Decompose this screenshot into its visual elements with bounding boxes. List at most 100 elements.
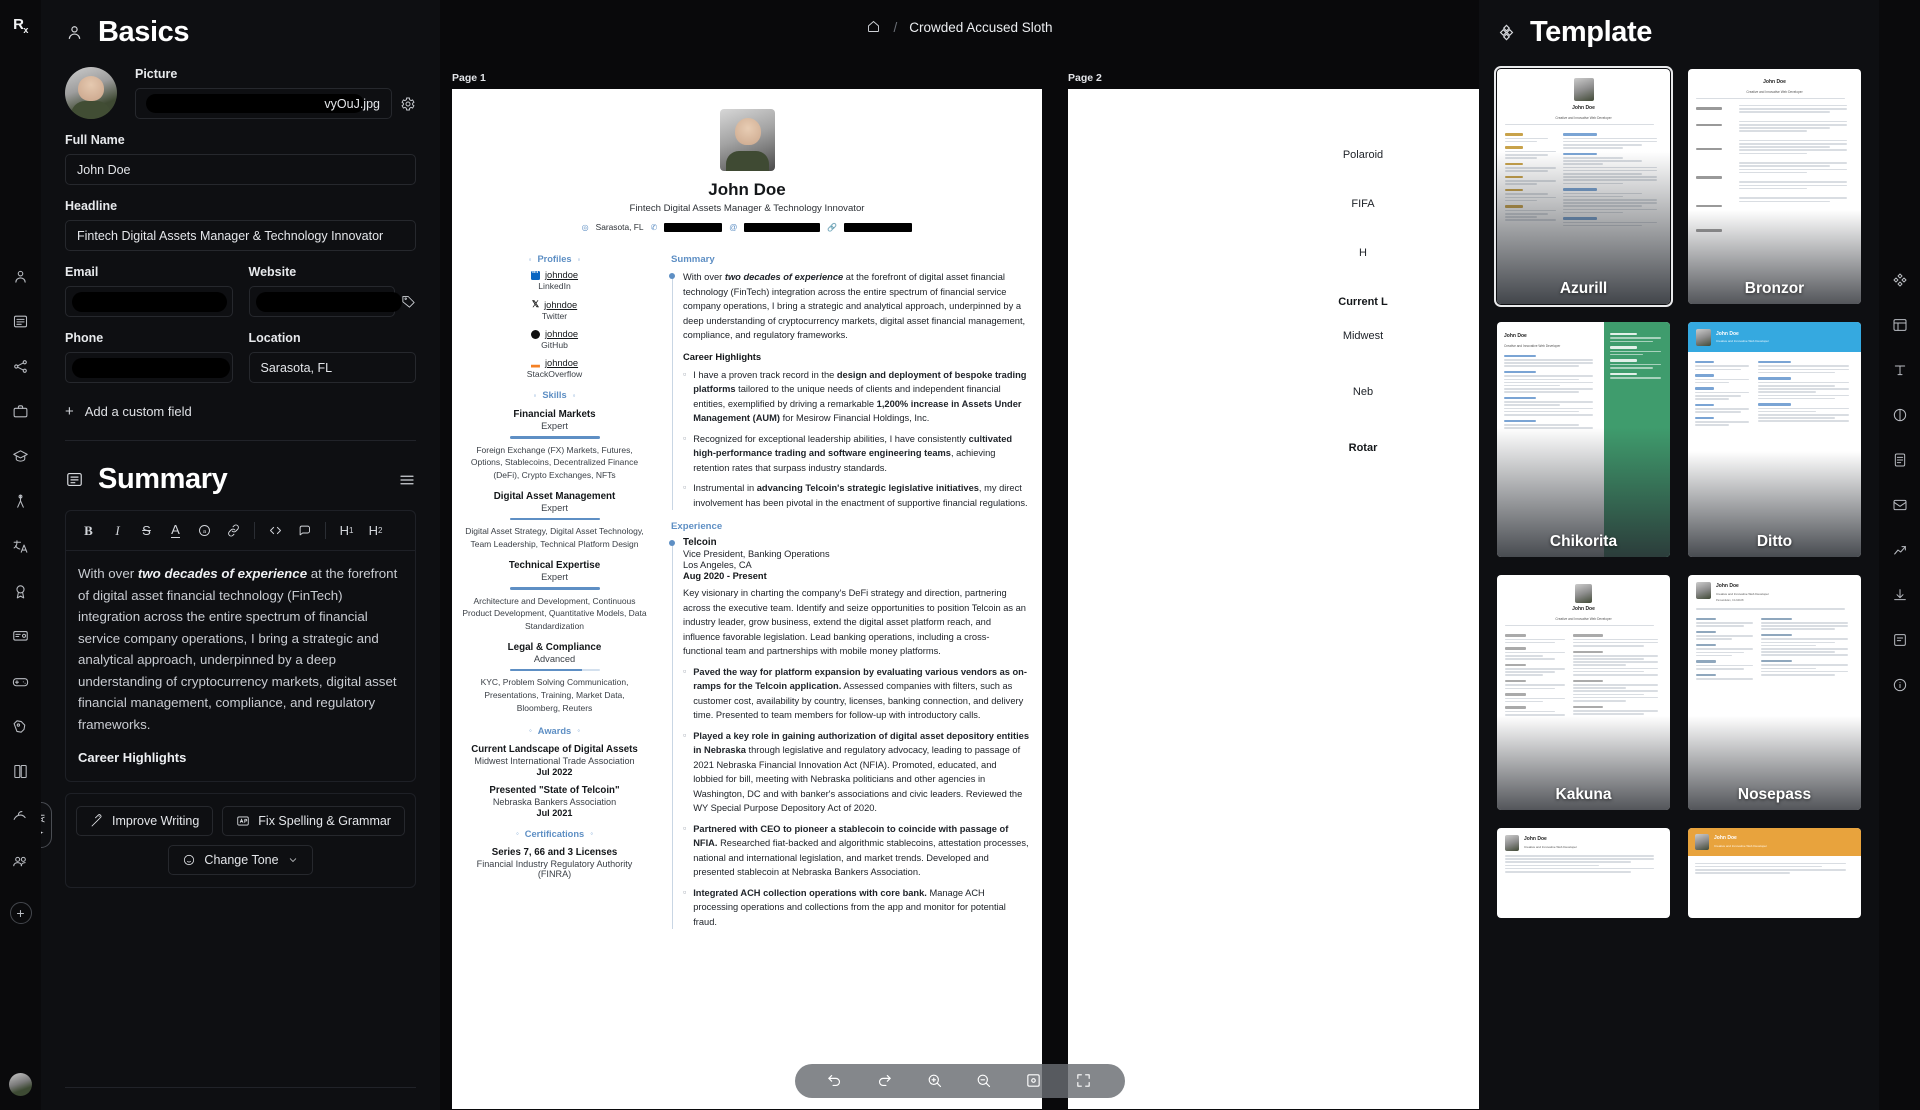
awards-icon[interactable] (11, 581, 31, 601)
add-custom-field-label: Add a custom field (84, 404, 192, 419)
template-card-7[interactable]: John Doe Creative and Innovative Web Dev… (1497, 828, 1670, 918)
resume-photo (719, 109, 775, 171)
linkedin-icon (530, 268, 540, 280)
template-card-kakuna[interactable]: John Doe Creative and Innovative Web Dev… (1497, 575, 1670, 810)
experience-icon[interactable] (11, 401, 31, 421)
export-icon[interactable] (1890, 585, 1910, 605)
skill-keywords: Foreign Exchange (FX) Markets, Futures, … (470, 444, 639, 481)
experience-bullet: ▫ Paved the way for platform expansion by… (683, 665, 1027, 721)
italic-button[interactable]: I (103, 518, 132, 543)
fullname-label: Full Name (65, 133, 125, 147)
strikethrough-button[interactable]: S (132, 518, 161, 543)
link-button[interactable] (219, 518, 248, 543)
languages-icon[interactable] (11, 536, 31, 556)
summary-icon[interactable] (11, 311, 31, 331)
skill-name: Legal & Compliance (507, 641, 602, 653)
profile-network: LinkedIn (538, 281, 571, 291)
template-name: Azurill (1559, 280, 1608, 297)
highlight-button[interactable]: a (190, 518, 219, 543)
phone-input[interactable] (65, 352, 233, 383)
information-icon[interactable] (1890, 675, 1910, 695)
pages-canvas[interactable]: Page 1 John Doe Fintech Digital Assets M… (440, 55, 1479, 1110)
template-panel: Template John Doe Creative and Innovativ… (1479, 0, 1879, 1110)
basics-icon[interactable] (11, 266, 31, 286)
typography-icon[interactable] (1890, 360, 1910, 380)
profile-item: 𝕏johndoe Twitter (462, 299, 647, 321)
template-card-azurill[interactable]: John Doe Creative and Innovative Web Dev… (1494, 66, 1673, 307)
app-logo[interactable]: Rx (13, 16, 28, 35)
profile-network: StackOverflow (526, 369, 583, 379)
resume-contact-row: ◎ Sarasota, FL ✆ @ 🔗 (452, 222, 1042, 232)
notes-icon[interactable] (1890, 630, 1910, 650)
bold-button[interactable]: B (74, 518, 103, 543)
picture-input[interactable]: vyOuJ.jpg (135, 88, 392, 119)
education-icon[interactable] (11, 446, 31, 466)
fix-spelling-label: Fix Spelling & Grammar (258, 814, 391, 829)
interests-icon[interactable] (11, 671, 31, 691)
page-2-paper[interactable]: Polaroid FIFA H Current L Midwest Neb Ro… (1068, 89, 1479, 1109)
award-title: Presented "State of Telcoin" (489, 784, 620, 796)
undo-icon[interactable] (826, 1072, 844, 1090)
email-field: Email (65, 265, 233, 317)
statistics-icon[interactable] (1890, 540, 1910, 560)
page-1-paper[interactable]: John Doe Fintech Digital Assets Manager … (452, 89, 1042, 1109)
summary-section-icon (65, 470, 85, 490)
website-input[interactable] (248, 286, 402, 317)
summary-options-icon[interactable] (398, 471, 416, 489)
publications-icon[interactable] (11, 761, 31, 781)
phone-field: Phone (65, 331, 233, 383)
email-input[interactable] (65, 286, 233, 317)
ai-side-tab[interactable]: AI ✦ (41, 802, 52, 848)
template-card-nosepass[interactable]: John Doe Creative and Innovative Web Dev… (1688, 575, 1861, 810)
summary-textarea[interactable]: With over two decades of experience at t… (66, 551, 415, 781)
user-avatar[interactable] (9, 1073, 32, 1096)
blockquote-button[interactable] (290, 518, 319, 543)
template-card-ditto[interactable]: John Doe Creative and Innovative Web Dev… (1688, 322, 1861, 557)
template-overlay (1497, 575, 1670, 810)
profile-username[interactable]: johndoe (544, 300, 577, 310)
profile-username[interactable]: johndoe (545, 270, 578, 280)
layout-icon[interactable] (1890, 315, 1910, 335)
improve-writing-button[interactable]: Improve Writing (76, 806, 214, 837)
resume-title[interactable]: Crowded Accused Sloth (909, 20, 1052, 35)
link-icon: 🔗 (827, 222, 838, 232)
location-input[interactable]: Sarasota, FL (248, 352, 416, 383)
template-card-8[interactable]: John Doe Creative and Innovative Web Dev… (1688, 828, 1861, 918)
certifications-icon[interactable] (11, 626, 31, 646)
sharing-icon[interactable] (1890, 495, 1910, 515)
center-artboard-icon[interactable] (1025, 1072, 1043, 1090)
code-button[interactable] (261, 518, 290, 543)
heading-2-button[interactable]: H2 (361, 518, 390, 543)
left-rail-icons: + (9, 266, 32, 924)
volunteering-icon[interactable] (11, 806, 31, 826)
projects-icon[interactable] (11, 716, 31, 736)
gear-icon[interactable] (400, 96, 416, 112)
text-color-button[interactable]: A (161, 518, 190, 543)
profile-username[interactable]: johndoe (545, 358, 578, 368)
certification-item: Series 7, 66 and 3 Licenses Financial In… (462, 847, 647, 879)
redo-icon[interactable] (876, 1072, 894, 1090)
references-icon[interactable] (11, 851, 31, 871)
home-icon[interactable] (866, 19, 881, 37)
fix-spelling-button[interactable]: Fix Spelling & Grammar (222, 806, 405, 837)
template-card-chikorita[interactable]: John Doe Creative and Innovative Web Dev… (1497, 322, 1670, 557)
profiles-icon[interactable] (11, 356, 31, 376)
template-card-bronzor[interactable]: John Doe Creative and Innovative Web Dev… (1688, 69, 1861, 304)
skills-icon[interactable] (11, 491, 31, 511)
heading-1-button[interactable]: H1 (332, 518, 361, 543)
headline-input[interactable]: Fintech Digital Assets Manager & Technol… (65, 220, 416, 251)
page-icon[interactable] (1890, 450, 1910, 470)
add-section-icon[interactable]: + (9, 902, 32, 924)
zoom-out-icon[interactable] (975, 1072, 993, 1090)
fullname-input[interactable]: John Doe (65, 154, 416, 185)
avatar[interactable] (65, 67, 117, 119)
reset-zoom-icon[interactable] (1075, 1072, 1093, 1090)
award-issuer: Nebraska Bankers Association (492, 796, 617, 807)
template-icon[interactable] (1890, 270, 1910, 290)
tag-icon[interactable] (401, 294, 416, 309)
theme-icon[interactable] (1890, 405, 1910, 425)
zoom-in-icon[interactable] (926, 1072, 944, 1090)
add-custom-field-button[interactable]: + Add a custom field (65, 403, 416, 420)
change-tone-button[interactable]: Change Tone (168, 845, 313, 876)
profile-username[interactable]: johndoe (545, 329, 578, 339)
